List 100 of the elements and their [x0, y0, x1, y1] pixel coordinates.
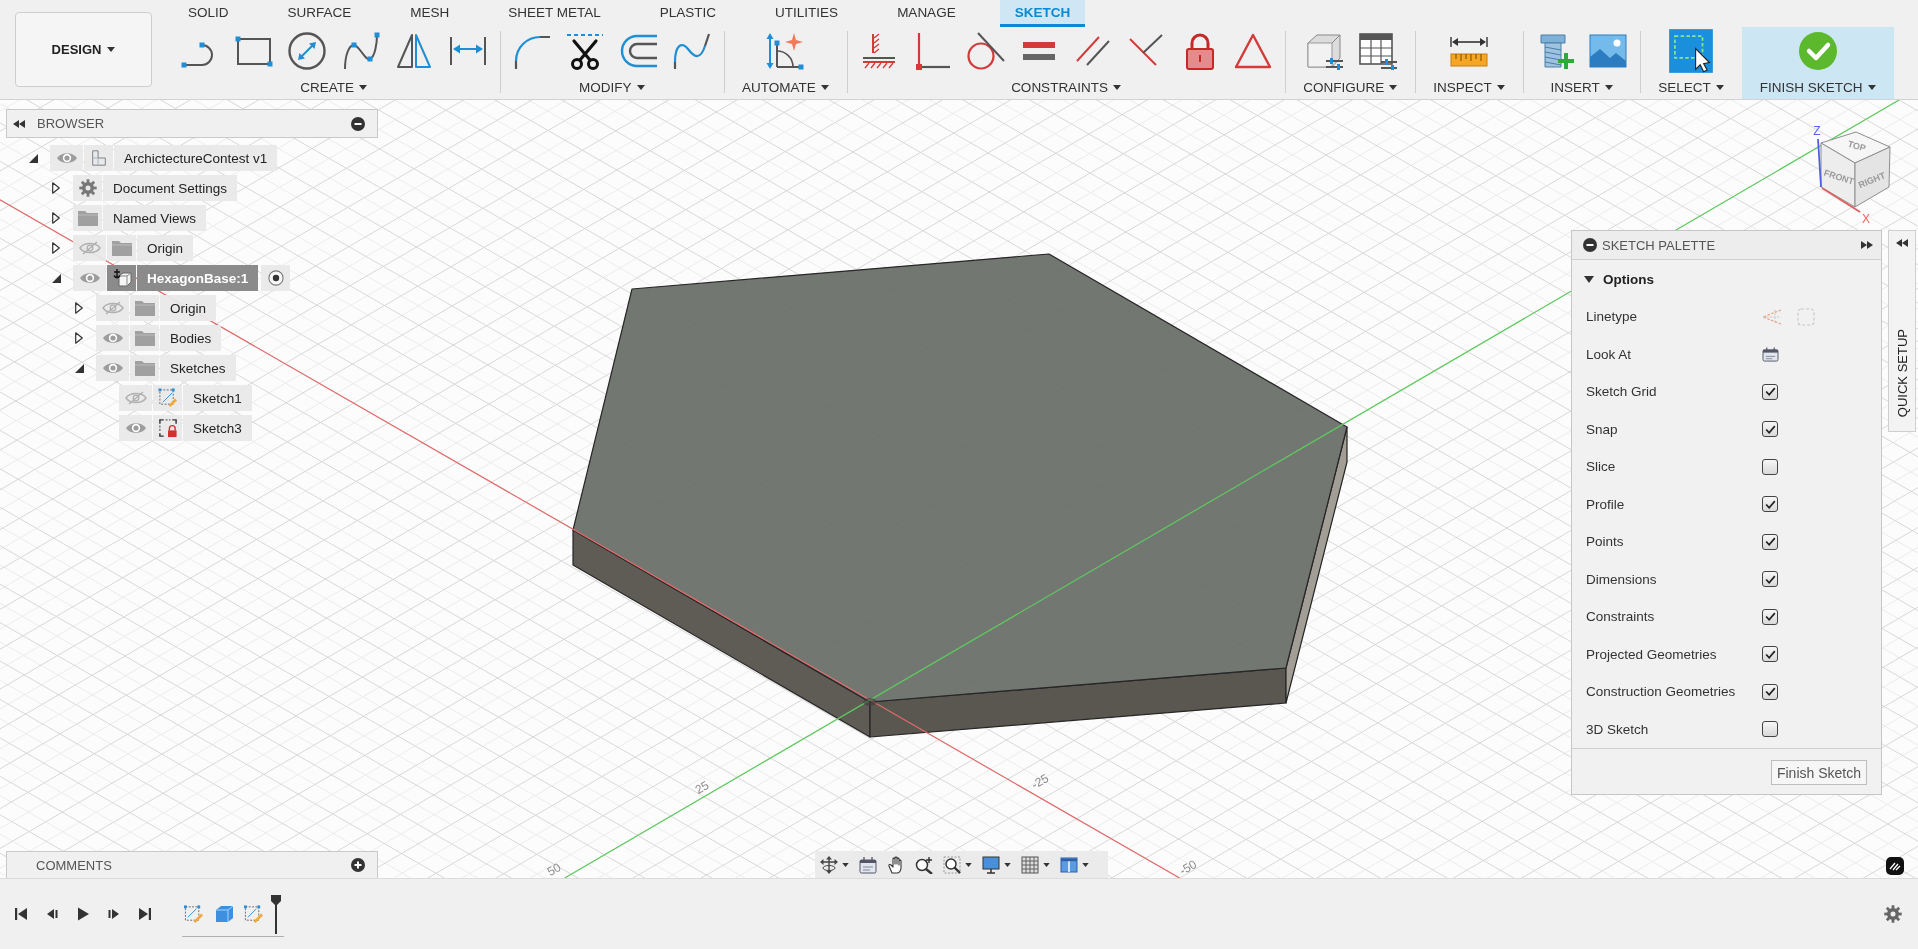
menu-button[interactable]: MODIFY — [573, 79, 651, 95]
settings-icon[interactable] — [1884, 905, 1902, 923]
filled-triangle-icon[interactable] — [52, 273, 61, 283]
caret-icon[interactable] — [820, 84, 829, 90]
workspace-tab[interactable]: MESH — [395, 0, 465, 27]
tangent-circle-icon[interactable] — [965, 31, 1006, 71]
caret-icon[interactable] — [636, 84, 645, 90]
finish-sketch-button[interactable]: Finish Sketch — [1770, 760, 1867, 785]
menu-button[interactable]: CONFIGURE — [1297, 79, 1404, 95]
calendar-icon[interactable] — [1762, 346, 1779, 362]
filled-triangle-icon[interactable] — [75, 363, 84, 373]
timeline-marker-handle[interactable] — [270, 893, 282, 934]
active-radio-icon[interactable] — [261, 265, 291, 291]
tree-item[interactable]: ArchictectureContest v1 — [114, 145, 278, 171]
caret-icon[interactable] — [1389, 84, 1398, 90]
outline-triangle-icon[interactable] — [75, 302, 83, 314]
step-forward-icon[interactable] — [107, 907, 121, 921]
section-title[interactable]: Options — [1603, 271, 1654, 287]
checkbox[interactable] — [1762, 383, 1778, 400]
circle-icon[interactable] — [287, 31, 327, 71]
check-circle-icon[interactable] — [1797, 31, 1838, 71]
caret-icon[interactable] — [107, 47, 116, 52]
split-window-icon[interactable] — [1060, 855, 1078, 874]
hand-icon[interactable] — [887, 855, 905, 874]
tree-item[interactable]: Named Views — [103, 205, 207, 231]
tree-item[interactable]: Sketches — [160, 355, 236, 381]
triangle-icon[interactable] — [1233, 31, 1274, 71]
checkbox[interactable] — [1762, 683, 1778, 700]
menu-button[interactable]: SELECT — [1652, 79, 1730, 95]
sketch-feature-icon[interactable] — [184, 903, 204, 924]
grid-icon[interactable] — [1021, 855, 1039, 874]
menu-button[interactable]: INSERT — [1544, 79, 1619, 95]
sketch-feature-icon[interactable] — [244, 903, 264, 924]
plus-circle-icon[interactable] — [351, 858, 365, 872]
magnifier-icon[interactable] — [943, 855, 961, 874]
scissors-icon[interactable] — [565, 31, 605, 71]
corner-badge-icon[interactable] — [1886, 857, 1904, 875]
workspace-tab[interactable]: SHEET METAL — [493, 0, 616, 27]
caret-icon[interactable] — [1496, 84, 1505, 90]
caret-icon[interactable] — [1004, 862, 1011, 867]
caret-icon[interactable] — [1082, 862, 1089, 867]
double-left-arrow-icon[interactable] — [13, 119, 25, 128]
wave-curve-icon[interactable] — [672, 31, 712, 71]
mirrored-triangles-icon[interactable] — [394, 31, 434, 71]
step-back-icon[interactable] — [45, 907, 59, 921]
menu-button[interactable]: INSPECT — [1427, 79, 1511, 95]
calendar-icon[interactable] — [859, 855, 877, 874]
checkbox[interactable] — [1762, 421, 1778, 438]
outline-triangle-icon[interactable] — [52, 242, 60, 254]
double-left-arrow-icon[interactable] — [1896, 239, 1908, 247]
workspace-tab[interactable]: MANAGE — [882, 0, 971, 27]
checkbox[interactable] — [1762, 533, 1778, 550]
caret-icon[interactable] — [359, 84, 368, 90]
caret-icon[interactable] — [1867, 84, 1876, 90]
monitor-icon[interactable] — [982, 855, 1000, 874]
menu-button[interactable]: AUTOMATE — [736, 79, 835, 95]
image-icon[interactable] — [1588, 31, 1629, 71]
checkbox[interactable] — [1762, 496, 1778, 513]
tree-item[interactable]: Sketch3 — [183, 415, 252, 441]
workspace-menu-button[interactable]: DESIGN — [15, 12, 152, 87]
caret-icon[interactable] — [965, 862, 972, 867]
workspace-tab[interactable]: SURFACE — [272, 0, 367, 27]
tree-item[interactable]: Sketch1 — [183, 385, 252, 411]
checkbox[interactable] — [1762, 571, 1778, 588]
table-sliders-icon[interactable] — [1357, 31, 1397, 71]
caret-icon[interactable] — [1604, 84, 1613, 90]
skip-back-icon[interactable] — [14, 907, 28, 921]
filled-triangle-icon[interactable] — [29, 153, 38, 163]
caret-icon[interactable] — [1715, 84, 1724, 90]
checkbox[interactable] — [1762, 721, 1778, 738]
checkbox[interactable] — [1762, 608, 1778, 625]
down-triangle-icon[interactable] — [1584, 275, 1594, 283]
skip-forward-icon[interactable] — [138, 907, 152, 921]
outline-triangle-icon[interactable] — [52, 212, 60, 224]
quick-setup-tab[interactable]: QUICK SETUP — [1888, 230, 1916, 432]
workspace-tab[interactable]: PLASTIC — [644, 0, 732, 27]
selection-cursor-icon[interactable] — [1668, 28, 1715, 74]
checkbox[interactable] — [1762, 458, 1778, 475]
move-arrows-icon[interactable] — [820, 855, 838, 874]
minus-circle-icon[interactable] — [1583, 238, 1597, 252]
double-right-arrow-icon[interactable] — [1861, 241, 1873, 249]
ruler-icon[interactable] — [1449, 35, 1489, 67]
caret-icon[interactable] — [1043, 862, 1050, 867]
menu-button[interactable]: CONSTRAINTS — [1005, 79, 1127, 95]
caret-icon[interactable] — [1112, 84, 1121, 90]
menu-button[interactable]: FINISH SKETCH — [1753, 79, 1882, 95]
caret-icon[interactable] — [842, 862, 849, 867]
cube-feature-icon[interactable] — [214, 903, 234, 924]
zoom-plus-icon[interactable] — [915, 855, 933, 874]
tree-item[interactable]: Bodies — [160, 325, 222, 351]
menu-button[interactable]: CREATE — [294, 79, 374, 95]
outline-triangle-icon[interactable] — [52, 182, 60, 194]
checkbox[interactable] — [1762, 646, 1778, 663]
workspace-tab[interactable]: SOLID — [173, 0, 244, 27]
dimension-sparkle-icon[interactable] — [765, 31, 806, 71]
workspace-tab[interactable]: UTILITIES — [760, 0, 854, 27]
tree-item[interactable]: Origin — [160, 295, 216, 321]
tree-item[interactable]: Origin — [137, 235, 193, 261]
tree-item[interactable]: Document Settings — [103, 175, 238, 201]
outline-triangle-icon[interactable] — [75, 332, 83, 344]
